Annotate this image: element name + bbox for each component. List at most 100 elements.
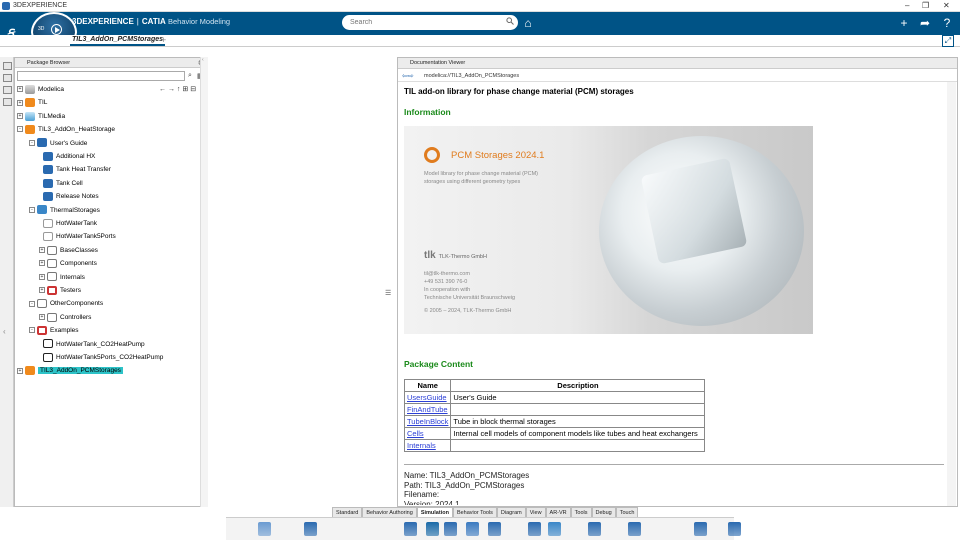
tab-behavior-tools[interactable]: Behavior Tools xyxy=(452,507,497,517)
tree-node[interactable]: HotWaterTank xyxy=(43,218,97,230)
expand-all-icon[interactable]: ⊞ xyxy=(182,86,188,93)
tree-node[interactable]: - Examples xyxy=(29,325,79,337)
collapse-icon[interactable]: - xyxy=(29,300,35,307)
variables-icon[interactable] xyxy=(3,98,12,106)
refresh-icon[interactable] xyxy=(426,522,439,536)
expand-icon[interactable]: + xyxy=(39,260,45,267)
tree-node[interactable]: + TIL xyxy=(17,97,47,109)
expand-icon[interactable]: + xyxy=(39,314,45,321)
package-browser-scrollbar[interactable]: ‹ xyxy=(200,57,208,507)
package-browser-toggle-icon[interactable] xyxy=(3,62,12,70)
tree-node[interactable]: - ThermalStorages xyxy=(29,205,100,217)
collapse-icon[interactable]: - xyxy=(29,139,35,146)
package-link[interactable]: Internals xyxy=(403,439,452,452)
components-icon[interactable] xyxy=(3,86,12,94)
arrow-left-icon[interactable]: ← xyxy=(159,86,166,93)
zoom-icon[interactable] xyxy=(332,522,345,536)
expand-icon[interactable]: + xyxy=(17,367,23,374)
package-link[interactable]: Cells xyxy=(403,427,452,440)
tree-node[interactable]: + Testers xyxy=(39,285,81,297)
tree-node[interactable]: + Controllers xyxy=(39,312,91,324)
tab-debug[interactable]: Debug xyxy=(591,507,616,517)
script-icon[interactable] xyxy=(566,522,579,536)
tree-node[interactable]: + TILMedia xyxy=(17,111,65,123)
translate-icon[interactable] xyxy=(628,522,641,536)
copy-icon[interactable] xyxy=(258,522,271,536)
doc-address-bar[interactable]: modelica://TIL3_AddOn_PCMStorages xyxy=(398,71,957,82)
search-input[interactable] xyxy=(342,15,518,30)
tab-view[interactable]: View xyxy=(525,507,546,517)
minimize-icon[interactable]: – xyxy=(905,1,909,10)
package-link[interactable]: UsersGuide xyxy=(403,391,452,404)
more-icon[interactable] xyxy=(228,522,234,536)
plot-icon[interactable] xyxy=(466,522,479,536)
inspect-icon[interactable] xyxy=(588,522,601,536)
compile-icon[interactable] xyxy=(506,522,519,536)
tree-node[interactable]: + Internals xyxy=(39,272,85,284)
restore-icon[interactable]: ❐ xyxy=(922,1,929,10)
expand-icon[interactable]: + xyxy=(17,99,23,106)
expand-icon[interactable]: + xyxy=(17,86,23,93)
fullscreen-icon[interactable]: ⤢ xyxy=(942,35,954,47)
tree-node[interactable]: - User's Guide xyxy=(29,138,87,150)
search-icon[interactable] xyxy=(506,17,514,25)
tree-node[interactable]: Additional HX xyxy=(43,151,95,163)
tab-diagram[interactable]: Diagram xyxy=(496,507,526,517)
run-icon[interactable] xyxy=(694,522,707,536)
arrow-up-icon[interactable]: ↑ xyxy=(177,86,181,93)
expand-icon[interactable]: + xyxy=(17,113,23,120)
tag-icon[interactable]: ⌂ xyxy=(521,16,535,30)
collapse-icon[interactable]: - xyxy=(17,126,23,133)
tab-ar-vr[interactable]: AR-VR xyxy=(545,507,571,517)
share-icon[interactable]: ➦ xyxy=(918,16,932,30)
collapse-icon[interactable]: - xyxy=(29,206,35,213)
collapse-left-icon[interactable]: ‹ xyxy=(3,327,6,336)
collapse-all-icon[interactable]: ⊟ xyxy=(190,86,196,93)
package-filter-input[interactable] xyxy=(17,71,185,81)
tree-node[interactable]: + Components xyxy=(39,258,97,270)
close-icon[interactable]: ✕ xyxy=(943,1,950,10)
animation-icon[interactable] xyxy=(528,522,541,536)
library-icon[interactable] xyxy=(608,522,621,536)
tree-node[interactable]: Release Notes xyxy=(43,191,99,203)
help-icon[interactable]: ? xyxy=(940,16,954,30)
tree-node[interactable]: + BaseClasses xyxy=(39,245,98,257)
tree-node[interactable]: HotWaterTank_CO2HeatPump xyxy=(43,339,145,351)
compass-play-icon[interactable] xyxy=(51,24,62,35)
package-link[interactable]: TubeInBlock xyxy=(403,415,452,428)
tree-node[interactable]: Tank Heat Transfer xyxy=(43,164,111,176)
add-icon[interactable]: + xyxy=(897,16,911,30)
expand-icon[interactable]: + xyxy=(39,273,45,280)
variables-icon[interactable] xyxy=(488,522,501,536)
tab-behavior-authoring[interactable]: Behavior Authoring xyxy=(362,507,417,517)
debug-icon[interactable] xyxy=(650,522,663,536)
tab-active-document[interactable]: TIL3_AddOn_PCMStorages xyxy=(70,36,166,46)
paste-icon[interactable] xyxy=(278,522,291,536)
cut-icon[interactable] xyxy=(238,522,251,536)
check-icon[interactable] xyxy=(404,522,417,536)
settings-icon[interactable] xyxy=(354,522,367,536)
collapse-icon[interactable]: - xyxy=(29,327,35,334)
info-icon[interactable] xyxy=(672,522,685,536)
search-icon[interactable]: ⌕ xyxy=(188,72,192,80)
tree-node[interactable]: HotWaterTank5Ports_CO2HeatPump xyxy=(43,352,163,364)
tab-touch[interactable]: Touch xyxy=(615,507,639,517)
tree-node[interactable]: HotWaterTank5Ports xyxy=(43,231,116,243)
tab-simulation[interactable]: Simulation xyxy=(416,507,453,517)
expand-icon[interactable]: + xyxy=(39,287,45,294)
doc-viewer-scrollbar[interactable] xyxy=(947,82,956,506)
scroll-up-icon[interactable]: ‹ xyxy=(202,57,204,63)
tab-standard[interactable]: Standard xyxy=(332,507,363,517)
tools-icon[interactable] xyxy=(728,522,741,536)
export-icon[interactable] xyxy=(384,522,397,536)
arrow-right-icon[interactable]: → xyxy=(168,86,175,93)
undo-icon[interactable] xyxy=(304,522,317,536)
new-tab-icon[interactable]: + xyxy=(161,35,166,45)
tab-tools[interactable]: Tools xyxy=(570,507,592,517)
results-icon[interactable] xyxy=(548,522,561,536)
tree-node[interactable]: + Modelica xyxy=(17,84,64,96)
tree-node[interactable]: - OtherComponents xyxy=(29,298,103,310)
package-link[interactable]: FinAndTube xyxy=(403,403,452,416)
library-icon[interactable] xyxy=(3,74,12,82)
doc-panel-toggle-icon[interactable]: ☰ xyxy=(385,289,394,299)
